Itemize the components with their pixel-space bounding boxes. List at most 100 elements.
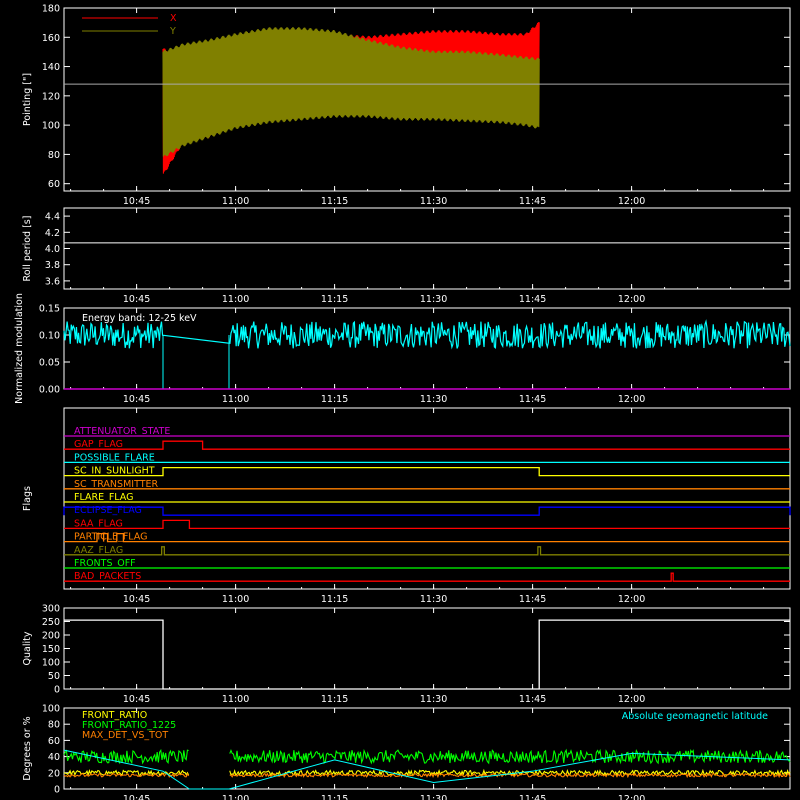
x-tick-label: 11:45 (519, 196, 546, 207)
y-tick-label: 0.05 (39, 358, 60, 369)
ratios-panel: 10:45 11:00 11:15 11:30 11:45 12:00 0 20 40 60 80 1… (22, 704, 791, 800)
ratio-legend-label: MAX_DET_VS_TOT (82, 730, 168, 741)
y-tick-label: 4.0 (45, 244, 60, 255)
flag-row: ATTENUATOR_STATE (64, 426, 790, 437)
y-tick-label: 3.8 (45, 260, 60, 271)
x-tick-label: 12:00 (618, 694, 645, 705)
flag-row: POSSIBLE_FLARE (64, 452, 790, 463)
x-tick-label: 11:30 (420, 694, 447, 705)
flag-trace (64, 546, 790, 556)
y-tick-label: 0 (54, 785, 60, 796)
pointing-ylabel: Pointing ["] (22, 73, 33, 126)
flag-trace (64, 572, 790, 582)
quality-panel: 10:45 11:00 11:15 11:30 11:45 12:00 0 50 100 150 2… (22, 604, 791, 705)
x-tick-label: 11:30 (420, 594, 447, 605)
x-tick-label: 10:45 (123, 794, 150, 800)
flag-row: SAA_FLAG (64, 518, 790, 529)
x-tick-label: 11:00 (222, 794, 249, 800)
flag-row: BAD_PACKETS (64, 571, 790, 582)
roll-frame (63, 207, 791, 290)
x-tick-label: 12:00 (618, 794, 645, 800)
x-tick-label: 11:15 (321, 794, 348, 800)
y-tick-label: 60 (48, 179, 60, 190)
y-tick-label: 40 (48, 752, 60, 763)
modulation-ylabel: Normalized modulation (14, 293, 25, 404)
flag-trace (64, 466, 790, 477)
y-tick-label: 0.15 (39, 304, 60, 315)
x-tick-label: 11:00 (222, 594, 249, 605)
x-tick-label: 11:00 (222, 394, 249, 405)
ratios-ylabel: Degrees or % (22, 716, 33, 780)
y-tick-label: 60 (48, 736, 60, 747)
ratio-legend-label: Absolute geomagnetic latitude (622, 711, 768, 722)
modulation-panel: 10:45 11:00 11:15 11:30 11:45 12:00 0.00 0.05 0.… (14, 293, 791, 405)
quality-series (64, 619, 790, 690)
x-tick-label: 10:45 (123, 196, 150, 207)
flag-trace (64, 532, 790, 543)
x-tick-label: 11:30 (420, 794, 447, 800)
flag-trace (63, 506, 791, 516)
y-tick-label: 120 (42, 91, 60, 102)
pointing-panel: 10:45 11:00 11:15 11:30 11:45 12:00 60 80 100 120… (22, 4, 791, 207)
y-tick-label: 160 (42, 33, 60, 44)
x-tick-label: 12:00 (618, 394, 645, 405)
x-tick-label: 11:45 (519, 394, 546, 405)
y-tick-label: 100 (42, 704, 60, 715)
flags-frame (63, 407, 791, 590)
y-tick-label: 4.4 (45, 212, 60, 223)
y-tick-label: 0.00 (39, 385, 60, 396)
y-tick-label: 3.6 (45, 276, 60, 287)
x-tick-label: 10:45 (123, 694, 150, 705)
x-tick-label: 12:00 (618, 594, 645, 605)
flag-row: ECLIPSE_FLAG (63, 505, 791, 516)
flags-panel: 10:45 11:00 11:15 11:30 11:45 12:00 Flags ATTEN… (22, 407, 791, 605)
flag-row: PARTICLE_FLAG (64, 532, 790, 543)
x-tick-label: 12:00 (618, 294, 645, 305)
x-tick-label: 11:45 (519, 794, 546, 800)
modulation-annotation: Energy band: 12-25 keV (82, 313, 197, 324)
flag-row: SC_IN_SUNLIGHT (64, 466, 790, 477)
flag-trace (64, 519, 790, 530)
flags-ylabel: Flags (22, 486, 33, 511)
roll-ylabel: Roll period [s] (22, 216, 33, 282)
x-tick-label: 11:45 (519, 694, 546, 705)
modulation-series (63, 319, 791, 350)
x-tick-label: 11:15 (321, 694, 348, 705)
flag-row: GAP_FLAG (64, 439, 790, 450)
x-tick-label: 11:45 (519, 294, 546, 305)
flag-trace (64, 440, 790, 450)
y-tick-label: 180 (42, 4, 60, 15)
x-tick-label: 11:45 (519, 594, 546, 605)
ratio-series (63, 749, 791, 790)
y-tick-label: 4.2 (45, 228, 60, 239)
legend-label: X (170, 13, 177, 24)
flag-row: SC_TRANSMITTER (64, 479, 790, 490)
x-tick-label: 10:45 (123, 294, 150, 305)
x-tick-label: 11:30 (420, 394, 447, 405)
x-tick-label: 11:15 (321, 196, 348, 207)
flag-row: AAZ_FLAG (64, 545, 790, 556)
y-tick-label: 200 (42, 631, 60, 642)
y-tick-label: 300 (42, 604, 60, 615)
x-tick-label: 10:45 (123, 594, 150, 605)
y-tick-label: 0 (54, 685, 60, 696)
x-tick-label: 11:15 (321, 594, 348, 605)
x-tick-label: 11:00 (222, 196, 249, 207)
ratio-series (63, 772, 791, 779)
y-tick-label: 150 (42, 644, 60, 655)
x-tick-label: 11:15 (321, 294, 348, 305)
x-tick-label: 11:15 (321, 394, 348, 405)
spacecraft-summary-plot: 10:45 11:00 11:15 11:30 11:45 12:00 60 80 100 120… (0, 0, 800, 800)
y-tick-label: 80 (48, 720, 60, 731)
x-tick-label: 11:30 (420, 294, 447, 305)
ratio-series (63, 748, 791, 765)
quality-ylabel: Quality (22, 631, 33, 665)
y-tick-label: 100 (42, 121, 60, 132)
flag-row: FLARE_FLAG (64, 492, 790, 503)
y-tick-label: 80 (48, 150, 60, 161)
x-tick-label: 11:30 (420, 196, 447, 207)
legend-label: Y (169, 26, 176, 37)
y-tick-label: 140 (42, 62, 60, 73)
x-tick-label: 11:00 (222, 294, 249, 305)
x-tick-label: 11:00 (222, 694, 249, 705)
